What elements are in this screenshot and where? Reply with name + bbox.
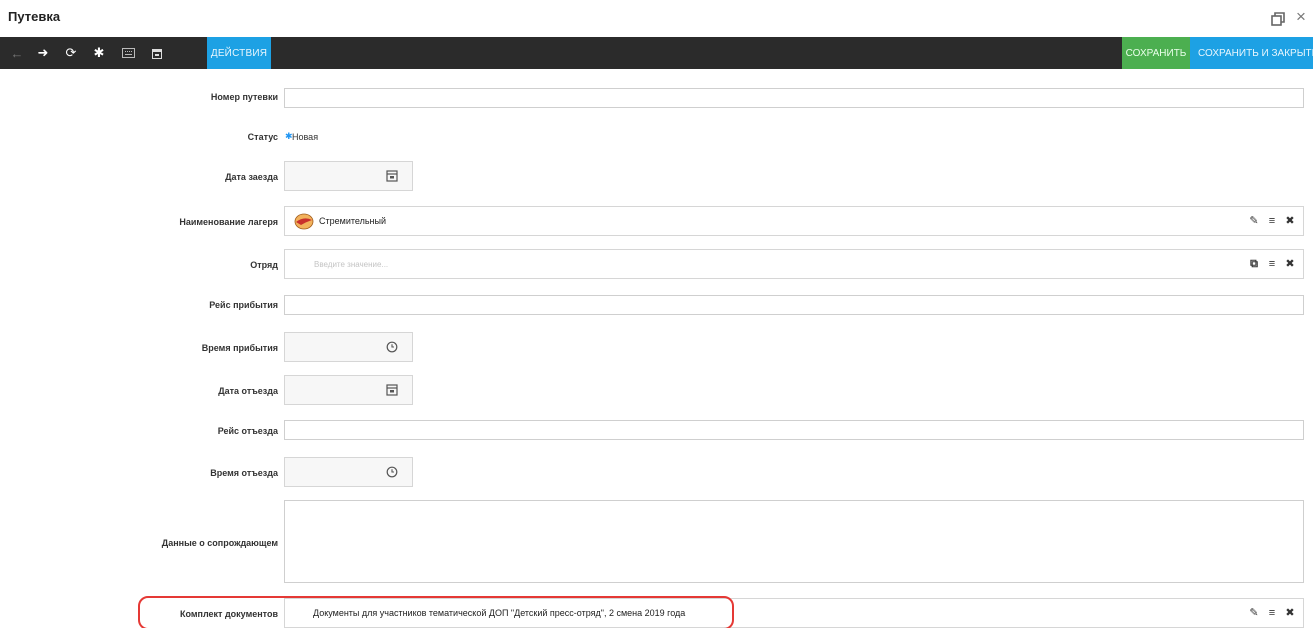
window-title: Путевка (8, 9, 61, 24)
camp-logo-icon (294, 213, 314, 230)
keyboard-icon[interactable] (117, 37, 139, 69)
clear-icon[interactable]: ✖ (1285, 607, 1295, 619)
arrival-time-label: Время прибытия (201, 343, 278, 353)
clock-icon[interactable] (386, 465, 398, 479)
departure-date-label: Дата отъезда (218, 386, 278, 396)
arrival-flight-input[interactable] (284, 295, 1304, 315)
menu-icon[interactable]: ≡ (1267, 215, 1277, 227)
calendar-icon[interactable] (386, 169, 398, 183)
save-and-close-button[interactable]: СОХРАНИТЬ И ЗАКРЫТЬ (1190, 37, 1313, 69)
clear-icon[interactable]: ✖ (1285, 215, 1295, 227)
gear-icon[interactable]: ✱ (88, 37, 110, 69)
camp-name-value: Стремительный (319, 216, 386, 226)
status-label: Статус (247, 132, 278, 142)
status-value: Новая (292, 132, 319, 142)
arrow-left-icon[interactable]: ← (6, 37, 28, 69)
refresh-icon[interactable]: ⟳ (60, 37, 82, 69)
actions-button[interactable]: ДЕЙСТВИЯ (207, 37, 271, 69)
squad-label: Отряд (250, 260, 278, 270)
pencil-icon[interactable]: ✎ (1249, 215, 1259, 227)
menu-icon[interactable]: ≡ (1267, 258, 1277, 270)
squad-field[interactable]: Введите значение... ⧉ ≡ ✖ (284, 249, 1304, 279)
calendar-icon[interactable] (386, 383, 398, 397)
squad-placeholder: Введите значение... (314, 260, 389, 269)
clock-icon[interactable] (386, 340, 398, 354)
copy-icon[interactable]: ⧉ (1249, 258, 1259, 270)
departure-time-input[interactable] (284, 457, 413, 487)
camp-name-actions: ✎ ≡ ✖ (1249, 215, 1295, 227)
trip-number-label: Номер путевки (210, 92, 278, 102)
clear-icon[interactable]: ✖ (1285, 258, 1295, 270)
escort-label: Данные о сопрождающем (161, 538, 278, 548)
squad-actions: ⧉ ≡ ✖ (1249, 258, 1295, 270)
toolbar: ← ➜ ⟳ ✱ ДЕЙСТВИЯ СОХРАНИТЬ СОХРАНИТЬ И З… (0, 37, 1313, 69)
escort-textarea[interactable] (284, 500, 1304, 583)
departure-flight-label: Рейс отъезда (217, 426, 278, 436)
arrival-time-input[interactable] (284, 332, 413, 362)
save-button[interactable]: СОХРАНИТЬ (1122, 37, 1190, 69)
window-titlebar: Путевка × (0, 0, 1313, 37)
departure-date-input[interactable] (284, 375, 413, 405)
documents-actions: ✎ ≡ ✖ (1249, 607, 1295, 619)
departure-flight-input[interactable] (284, 420, 1304, 440)
trip-number-input[interactable] (284, 88, 1304, 108)
highlight-annotation (138, 596, 734, 628)
arrival-date-label: Дата заезда (225, 172, 278, 182)
departure-time-label: Время отъезда (210, 468, 278, 478)
close-window-icon[interactable]: × (1293, 8, 1309, 25)
menu-icon[interactable]: ≡ (1267, 607, 1277, 619)
camp-name-label: Наименование лагеря (179, 217, 278, 227)
arrow-right-icon[interactable]: ➜ (32, 37, 54, 69)
calendar-icon[interactable] (146, 37, 168, 69)
restore-window-icon[interactable] (1270, 11, 1286, 27)
pencil-icon[interactable]: ✎ (1249, 607, 1259, 619)
arrival-flight-label: Рейс прибытия (209, 300, 278, 310)
camp-name-field[interactable]: Стремительный ✎ ≡ ✖ (284, 206, 1304, 236)
arrival-date-input[interactable] (284, 161, 413, 191)
